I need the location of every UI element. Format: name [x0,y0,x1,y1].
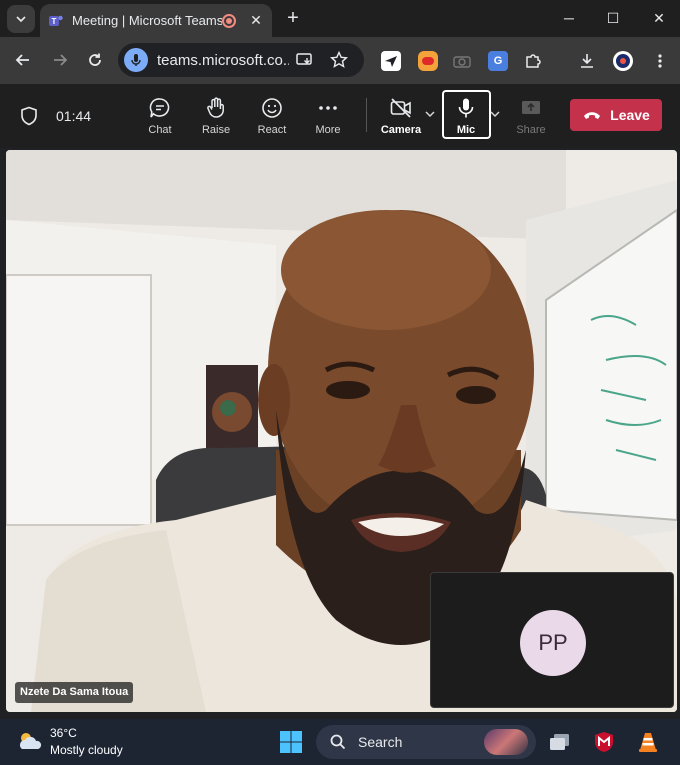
camera-label: Camera [380,124,422,136]
chat-icon [149,98,170,118]
mic-options-chevron-icon[interactable] [489,108,501,120]
site-mic-icon[interactable] [124,48,148,72]
close-window-button[interactable]: ✕ [644,6,674,30]
mcafee-icon[interactable] [592,730,616,754]
reload-button[interactable] [84,49,106,71]
extension-translate-icon[interactable]: G [488,51,508,71]
tab-close-icon[interactable]: ✕ [248,12,264,29]
forward-arrow-icon [54,54,68,66]
svg-text:T: T [52,17,57,26]
vlc-icon[interactable] [636,730,660,754]
camera-options-chevron-icon[interactable] [424,108,436,120]
back-button[interactable] [12,49,34,71]
browser-tab-teams[interactable]: T Meeting | Microsoft Teams ✕ [40,4,272,37]
participant-avatar: PP [520,610,586,676]
downloads-icon[interactable] [577,51,597,71]
share-button[interactable]: Share [509,94,553,140]
taskbar-search-box[interactable]: Search [316,725,536,759]
raise-hand-button[interactable]: Raise [194,94,238,140]
install-app-icon[interactable] [296,51,314,69]
phone-hangup-icon [584,112,601,119]
meeting-timer: 01:44 [56,108,92,124]
chat-button[interactable]: Chat [138,94,182,140]
toolbar-divider [366,98,367,132]
tab-search-button[interactable] [7,4,35,33]
participant-name-tag: Nzete Da Sama Itoua [15,682,134,703]
weather-temperature[interactable]: 36°C [50,726,77,740]
react-button[interactable]: React [250,94,294,140]
leave-button[interactable]: Leave [570,99,662,131]
extension-camera-icon[interactable] [452,51,472,71]
weather-condition[interactable]: Mostly cloudy [50,743,123,757]
browser-menu-icon[interactable] [650,51,670,71]
chevron-down-icon [16,15,26,22]
extension-record-icon[interactable] [418,51,438,71]
windows-start-icon[interactable] [279,730,303,754]
profile-avatar-icon[interactable] [613,51,633,71]
browser-tab-strip: T Meeting | Microsoft Teams ✕ + ─ ☐ ✕ [0,0,680,37]
browser-toolbar: teams.microsoft.co... G [0,37,680,84]
more-icon [319,106,337,110]
reload-icon [89,53,101,66]
bookmark-star-icon[interactable] [330,51,348,69]
shield-icon [21,106,37,126]
raise-label: Raise [201,124,231,136]
extensions-puzzle-icon[interactable] [523,51,543,71]
more-label: More [315,124,341,136]
recording-icon [222,13,236,28]
search-label: Search [358,734,403,750]
weather-icon[interactable] [16,729,44,753]
chat-label: Chat [148,124,172,136]
tab-title: Meeting | Microsoft Teams [72,13,222,28]
share-label: Share [516,124,546,136]
teams-favicon-icon: T [49,15,63,26]
extension-send-icon[interactable] [381,51,401,71]
camera-button[interactable]: Camera [379,94,423,140]
new-tab-button[interactable]: + [283,8,303,28]
search-icon [330,734,346,750]
search-highlight-image [484,729,528,755]
address-bar[interactable]: teams.microsoft.co... [118,43,364,77]
raise-hand-icon [207,97,224,118]
camera-off-icon [390,98,411,118]
share-icon [522,101,540,114]
maximize-button[interactable]: ☐ [598,6,628,30]
leave-label: Leave [610,107,650,123]
self-view-tile[interactable]: PP [430,572,674,708]
mic-button-focus-ring [442,90,491,139]
forward-button[interactable] [49,49,71,71]
react-label: React [257,124,287,136]
task-view-icon[interactable] [548,730,572,754]
back-arrow-icon [15,54,29,66]
more-button[interactable]: More [306,94,350,140]
url-text: teams.microsoft.co... [157,51,289,69]
react-icon [262,98,282,118]
minimize-button[interactable]: ─ [554,6,584,30]
windows-taskbar: 36°C Mostly cloudy Search [0,719,680,765]
